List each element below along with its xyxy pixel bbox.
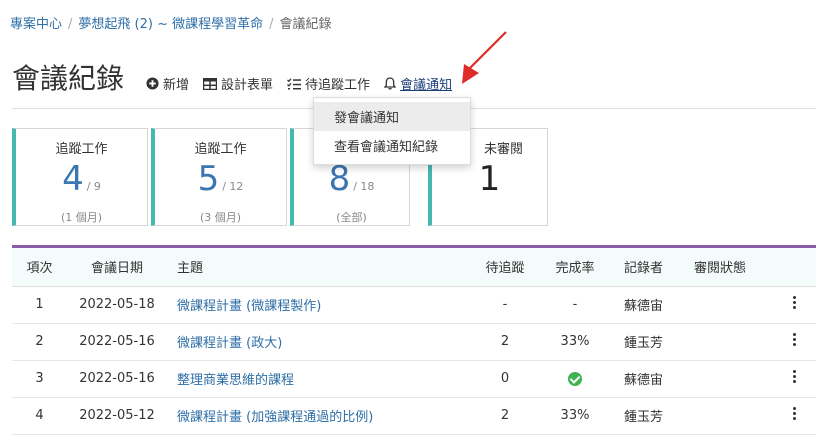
row-date: 2022-05-12 — [67, 397, 167, 435]
row-date: 2022-05-16 — [67, 323, 167, 361]
row-topic-cell: 微課程計畫 (政大) — [167, 323, 470, 361]
row-review-status — [694, 397, 774, 435]
table-row[interactable]: 2 2022-05-16 微課程計畫 (政大) 2 33% 鍾玉芳 — [12, 323, 816, 361]
breadcrumb-separator: / — [269, 17, 274, 32]
stat-card-value: 8 — [328, 159, 351, 199]
table-row[interactable]: 1 2022-05-18 微課程計畫 (微課程製作) - - 蘇德宙 — [12, 286, 816, 324]
stat-card-value-row: 8/ 18 — [294, 159, 409, 207]
design-form-button[interactable]: 設計表單 — [203, 74, 273, 93]
row-menu-cell — [774, 397, 816, 435]
row-recorder: 鍾玉芳 — [610, 323, 694, 361]
col-completion: 完成率 — [540, 248, 610, 287]
stat-card-total: / 12 — [222, 180, 244, 193]
stat-card-value-row: 4/ 9 — [16, 159, 147, 207]
col-recorder: 記錄者 — [610, 248, 694, 287]
table-row[interactable]: 4 2022-05-12 微課程計畫 (加強課程通過的比例) 2 33% 鍾玉芳 — [12, 397, 816, 435]
col-pending: 待追蹤 — [470, 248, 540, 287]
stat-card-3-months: 追蹤工作 5/ 12 (3 個月) — [151, 128, 287, 226]
row-index: 1 — [12, 286, 67, 324]
breadcrumb-separator: / — [68, 17, 73, 32]
row-index: 3 — [12, 360, 67, 398]
kebab-menu-icon[interactable] — [793, 294, 797, 311]
stat-card-period: (3 個月) — [199, 211, 242, 224]
row-recorder: 蘇德宙 — [610, 360, 694, 398]
meeting-table: 項次 會議日期 主題 待追蹤 完成率 記錄者 審閱狀態 1 2022-05-18… — [12, 245, 816, 435]
meeting-notify-dropdown: 發會議通知 查看會議通知紀錄 — [313, 97, 471, 165]
kebab-menu-icon[interactable] — [793, 331, 797, 348]
col-actions — [774, 248, 816, 287]
col-topic: 主題 — [167, 248, 470, 287]
stat-card-total: / 9 — [86, 180, 101, 193]
row-completion: - — [540, 286, 610, 324]
row-menu-cell — [774, 323, 816, 361]
col-review-status: 審閱狀態 — [694, 248, 774, 287]
row-recorder: 蘇德宙 — [610, 286, 694, 324]
row-topic-link[interactable]: 微課程計畫 (微課程製作) — [177, 299, 321, 314]
stat-card-total: / 18 — [353, 180, 375, 193]
meeting-records-table: 項次 會議日期 主題 待追蹤 完成率 記錄者 審閱狀態 1 2022-05-18… — [12, 248, 816, 435]
table-header-row: 項次 會議日期 主題 待追蹤 完成率 記錄者 審閱狀態 — [12, 248, 816, 287]
stat-card-label: 追蹤工作 — [194, 142, 247, 157]
row-pending: 2 — [470, 323, 540, 361]
row-recorder: 鍾玉芳 — [610, 397, 694, 435]
stat-card-label: 追蹤工作 — [55, 142, 108, 157]
kebab-menu-icon[interactable] — [793, 368, 797, 385]
check-circle-icon — [568, 371, 582, 386]
col-date: 會議日期 — [67, 248, 167, 287]
row-date: 2022-05-18 — [67, 286, 167, 324]
design-form-label: 設計表單 — [221, 78, 274, 93]
row-topic-cell: 微課程計畫 (加強課程通過的比例) — [167, 397, 470, 435]
row-index: 2 — [12, 323, 67, 361]
row-menu-cell — [774, 360, 816, 398]
row-menu-cell — [774, 286, 816, 324]
row-review-status — [694, 360, 774, 398]
send-meeting-notice-item[interactable]: 發會議通知 — [314, 102, 470, 131]
stat-card-value: 4 — [62, 159, 84, 199]
stat-card-value: 5 — [197, 159, 220, 199]
table-row[interactable]: 3 2022-05-16 整理商業思維的課程 0 蘇德宙 — [12, 360, 816, 398]
toolbar: 新增 設計表單 待追蹤工作 會議通知 — [146, 74, 466, 96]
title-row: 會議紀錄 新增 設計表單 待追蹤工作 會議通知 — [12, 62, 466, 96]
tracking-label: 待追蹤工作 — [305, 78, 371, 93]
annotation-arrow-icon — [462, 31, 507, 84]
stat-card-period: (全部) — [336, 211, 367, 224]
row-topic-cell: 整理商業思維的課程 — [167, 360, 470, 398]
row-review-status — [694, 323, 774, 361]
row-topic-link[interactable]: 微課程計畫 (加強課程通過的比例) — [177, 410, 373, 425]
row-completion — [540, 360, 610, 398]
row-completion: 33% — [540, 323, 610, 361]
row-date: 2022-05-16 — [67, 360, 167, 398]
row-index: 4 — [12, 397, 67, 435]
row-topic-link[interactable]: 微課程計畫 (政大) — [177, 336, 282, 351]
row-pending: - — [470, 286, 540, 324]
stat-card-value-row: 1 — [432, 159, 547, 205]
stat-card-value: 1 — [478, 159, 501, 199]
col-index: 項次 — [12, 248, 67, 287]
bell-icon — [384, 77, 397, 90]
page-title: 會議紀錄 — [12, 62, 125, 95]
breadcrumb-current: 會議紀錄 — [279, 17, 332, 32]
tracking-button[interactable]: 待追蹤工作 — [287, 74, 370, 93]
breadcrumb-project[interactable]: 夢想起飛 (2) ~ 微課程學習革命 — [78, 17, 263, 32]
view-notice-history-item[interactable]: 查看會議通知紀錄 — [314, 131, 470, 160]
checklist-icon — [287, 77, 302, 89]
row-completion: 33% — [540, 397, 610, 435]
row-pending: 2 — [470, 397, 540, 435]
stat-card-1-month: 追蹤工作 4/ 9 (1 個月) — [12, 128, 148, 226]
row-topic-link[interactable]: 整理商業思維的課程 — [177, 373, 294, 388]
row-pending: 0 — [470, 360, 540, 398]
add-button-label: 新增 — [163, 78, 190, 93]
stat-card-value-row: 5/ 12 — [155, 159, 286, 207]
breadcrumb: 專案中心 / 夢想起飛 (2) ~ 微課程學習革命 / 會議紀錄 — [10, 13, 332, 32]
row-topic-cell: 微課程計畫 (微課程製作) — [167, 286, 470, 324]
kebab-menu-icon[interactable] — [793, 405, 797, 422]
stat-card-period: (1 個月) — [60, 211, 103, 224]
plus-circle-icon — [146, 77, 159, 90]
row-review-status — [694, 286, 774, 324]
add-button[interactable]: 新增 — [146, 74, 189, 93]
table-icon — [203, 77, 218, 90]
breadcrumb-project-center[interactable]: 專案中心 — [10, 17, 62, 32]
